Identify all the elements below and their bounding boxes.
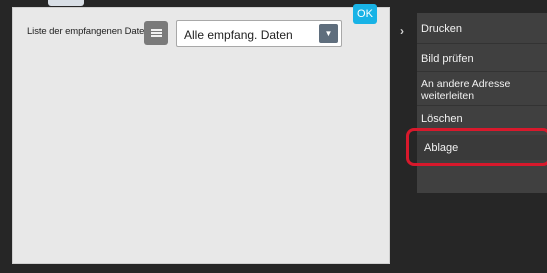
divider: [417, 43, 547, 44]
list-icon: [150, 32, 162, 34]
action-item-weiterleiten[interactable]: An andere Adresse weiterleiten: [421, 78, 531, 102]
list-view-button[interactable]: [144, 21, 168, 45]
highlight-frame: [406, 128, 547, 166]
screen: Liste der empfangenen Daten Alle empfang…: [0, 0, 547, 273]
filter-select-value: Alle empfang. Daten: [184, 28, 293, 42]
action-item-bild-pruefen[interactable]: Bild prüfen: [421, 53, 474, 65]
ok-button[interactable]: OK: [353, 4, 377, 24]
action-item-loeschen[interactable]: Löschen: [421, 113, 463, 125]
list-label: Liste der empfangenen Daten: [27, 26, 150, 37]
chevron-down-icon[interactable]: ▼: [319, 24, 338, 43]
filter-select[interactable]: Alle empfang. Daten ▼: [176, 20, 342, 47]
action-item-drucken[interactable]: Drucken: [421, 23, 462, 35]
divider: [417, 105, 547, 106]
divider: [417, 71, 547, 72]
top-tab[interactable]: [48, 0, 84, 6]
received-data-list-panel: Liste der empfangenen Daten Alle empfang…: [12, 7, 390, 264]
action-panel: Drucken Bild prüfen An andere Adresse we…: [417, 13, 547, 193]
chevron-right-icon[interactable]: ›: [400, 24, 404, 38]
